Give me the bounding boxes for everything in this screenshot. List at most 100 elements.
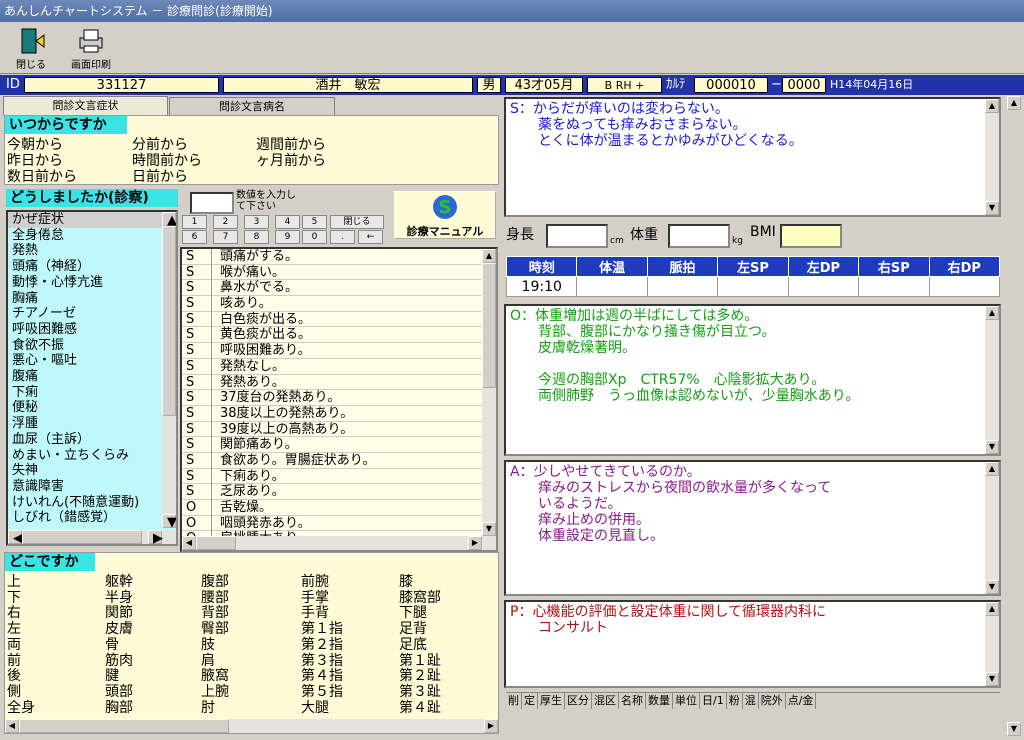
key-dot[interactable]: .: [330, 230, 355, 244]
body-part-option[interactable]: 足背: [399, 621, 427, 637]
body-part-option[interactable]: 手掌: [301, 590, 329, 606]
phrase-hscrollbar[interactable]: ◀ ▶: [182, 536, 496, 550]
vitals-time[interactable]: 19:10: [505, 276, 578, 297]
body-part-option[interactable]: 右: [7, 605, 21, 621]
symptom-item[interactable]: 浮腫: [8, 416, 176, 432]
when-option[interactable]: ヶ月前から: [256, 153, 326, 169]
body-part-option[interactable]: 第２趾: [399, 668, 441, 684]
phrase-row[interactable]: S 鼻水がでる。: [182, 280, 496, 297]
body-part-option[interactable]: 全身: [7, 700, 35, 716]
symptom-item[interactable]: 下痢: [8, 385, 176, 401]
main-vscrollbar[interactable]: ▲ ▼: [1006, 96, 1022, 736]
body-part-option[interactable]: 腱: [105, 668, 119, 684]
body-part-option[interactable]: 前腕: [301, 574, 329, 590]
body-part-option[interactable]: 左: [7, 621, 21, 637]
symptom-item[interactable]: 悪心・嘔吐: [8, 353, 176, 369]
plan-text[interactable]: P：心機能の評価と設定体重に関して循環器内科に コンサルト: [506, 602, 999, 638]
body-part-option[interactable]: 足底: [399, 637, 427, 653]
key-0[interactable]: 0: [302, 230, 327, 244]
height-input[interactable]: [546, 224, 608, 248]
subjective-text[interactable]: S：からだが痒いのは変わらない。 薬をぬっても痒みおさまらない。 とくに体が温ま…: [506, 99, 999, 151]
numeric-input[interactable]: [190, 192, 234, 214]
key-5[interactable]: 5: [302, 215, 327, 229]
symptom-item[interactable]: けいれん(不随意運動): [8, 495, 176, 511]
symptom-item[interactable]: 食欲不振: [8, 338, 176, 354]
print-screen-button[interactable]: 画面印刷: [64, 24, 118, 72]
phrase-row[interactable]: S 関節痛あり。: [182, 437, 496, 453]
weight-input[interactable]: [668, 224, 730, 248]
body-part-option[interactable]: 膝窩部: [399, 590, 441, 606]
phrase-row[interactable]: S 発熱あり。: [182, 374, 496, 391]
phrase-row[interactable]: S 頭痛がする。: [182, 249, 496, 265]
key-9[interactable]: 9: [275, 230, 300, 244]
body-part-option[interactable]: 第１趾: [399, 653, 441, 669]
objective-text[interactable]: O：体重増加は週の半ばにしては多め。 背部、腹部にかなり掻き傷が目立つ。 皮膚乾…: [506, 306, 999, 406]
when-option[interactable]: 今朝から: [7, 137, 63, 153]
vitals-cell[interactable]: [646, 276, 719, 297]
phrase-row[interactable]: S 咳あり。: [182, 296, 496, 312]
body-part-option[interactable]: 第５指: [301, 684, 343, 700]
body-part-option[interactable]: 腋窩: [201, 668, 229, 684]
symptom-item[interactable]: 血尿（主訴）: [8, 432, 176, 448]
symptom-item[interactable]: チアノーゼ: [8, 306, 176, 322]
phrase-row[interactable]: S 37度台の発熱あり。: [182, 390, 496, 406]
when-option[interactable]: 分前から: [132, 137, 188, 153]
tab-diseases[interactable]: 問診文言病名: [169, 97, 335, 115]
when-option[interactable]: 週間前から: [256, 137, 326, 153]
key-close[interactable]: 閉じる: [330, 215, 384, 229]
close-button[interactable]: 閉じる: [4, 24, 58, 72]
body-part-option[interactable]: 両: [7, 637, 21, 653]
body-part-option[interactable]: 肩: [201, 653, 215, 669]
body-part-option[interactable]: 第２指: [301, 637, 343, 653]
body-part-option[interactable]: 躯幹: [105, 574, 133, 590]
when-option[interactable]: 日前から: [132, 169, 188, 185]
soap-plan[interactable]: P：心機能の評価と設定体重に関して循環器内科に コンサルト ▲ ▼: [504, 600, 1001, 688]
phrase-row[interactable]: O 咽頭発赤あり。: [182, 515, 496, 532]
body-part-option[interactable]: 筋肉: [105, 653, 133, 669]
body-part-option[interactable]: 手背: [301, 605, 329, 621]
body-part-option[interactable]: 第４指: [301, 668, 343, 684]
phrase-row[interactable]: S 呼吸困難あり。: [182, 343, 496, 359]
phrase-row[interactable]: S 下痢あり。: [182, 468, 496, 485]
body-part-option[interactable]: 上腕: [201, 684, 229, 700]
vitals-cell[interactable]: [858, 276, 930, 297]
phrase-row[interactable]: S 喉が痛い。: [182, 264, 496, 281]
when-option[interactable]: 時間前から: [132, 153, 202, 169]
body-part-option[interactable]: 第３趾: [399, 684, 441, 700]
tab-symptoms[interactable]: 問診文言症状: [3, 96, 168, 115]
vitals-cell[interactable]: [717, 276, 789, 297]
key-7[interactable]: 7: [213, 230, 238, 244]
body-part-option[interactable]: 大腿: [301, 700, 329, 716]
body-part-option[interactable]: 胸部: [105, 700, 133, 716]
when-option[interactable]: 昨日から: [7, 153, 63, 169]
body-part-option[interactable]: 後: [7, 668, 21, 684]
symptom-item[interactable]: 頭痛（神経）: [8, 259, 176, 275]
body-part-option[interactable]: 下: [7, 590, 21, 606]
body-part-option[interactable]: 関節: [105, 605, 133, 621]
key-4[interactable]: 4: [275, 215, 300, 229]
symptom-item[interactable]: 腹痛: [8, 369, 176, 385]
body-part-option[interactable]: 膝: [399, 574, 413, 590]
soap-assessment[interactable]: A：少しやせてきているのか。 痒みのストレスから夜間の飲水量が多くなって いるよ…: [504, 460, 1001, 596]
manual-button[interactable]: S 診療マニュアル: [394, 191, 496, 239]
when-option[interactable]: 数日前から: [7, 169, 77, 185]
phrase-row[interactable]: S 食欲あり。胃腸症状あり。: [182, 452, 496, 469]
body-part-option[interactable]: 下腿: [399, 605, 427, 621]
phrase-row[interactable]: S 黄色痰が出る。: [182, 327, 496, 344]
body-part-option[interactable]: 第３指: [301, 653, 343, 669]
key-1[interactable]: 1: [182, 215, 207, 229]
body-part-option[interactable]: 背部: [201, 605, 229, 621]
body-part-option[interactable]: 腹部: [201, 574, 229, 590]
soap-subjective[interactable]: S：からだが痒いのは変わらない。 薬をぬっても痒みおさまらない。 とくに体が温ま…: [504, 97, 1001, 217]
body-part-option[interactable]: 頭部: [105, 684, 133, 700]
symptom-vscrollbar[interactable]: ▲ ▼: [162, 212, 176, 530]
key-8[interactable]: 8: [244, 230, 269, 244]
symptom-item[interactable]: 意識障害: [8, 479, 176, 495]
key-3[interactable]: 3: [244, 215, 269, 229]
symptom-item[interactable]: 失神: [8, 463, 176, 479]
symptom-item[interactable]: かぜ症状: [8, 212, 176, 228]
key-2[interactable]: 2: [213, 215, 238, 229]
symptom-hscrollbar[interactable]: ◀ ▶: [8, 530, 176, 544]
phrase-row[interactable]: S 白色痰が出る。: [182, 311, 496, 328]
body-part-option[interactable]: 上: [7, 574, 21, 590]
